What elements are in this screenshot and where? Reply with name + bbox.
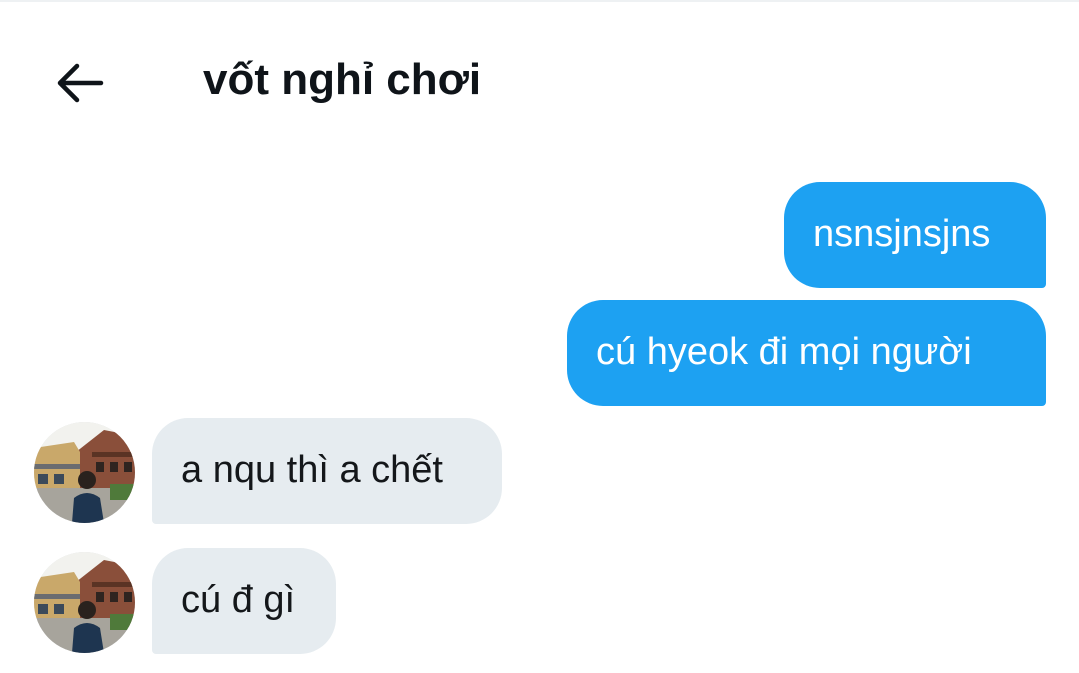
arrow-left-icon — [57, 63, 104, 103]
incoming-message-bubble[interactable]: a nqu thì a chết — [152, 418, 502, 524]
conversation-title: vốt nghỉ chơi — [203, 55, 482, 104]
incoming-message-bubble[interactable]: cú đ gì — [152, 548, 336, 654]
back-button[interactable] — [48, 52, 110, 114]
conversation-header: vốt nghỉ chơi — [0, 2, 1079, 152]
outgoing-message-bubble[interactable]: nsnsjnsjns — [784, 182, 1046, 288]
outgoing-message-bubble[interactable]: cú hyeok đi mọi người — [567, 300, 1046, 406]
avatar[interactable] — [34, 422, 135, 523]
avatar[interactable] — [34, 552, 135, 653]
